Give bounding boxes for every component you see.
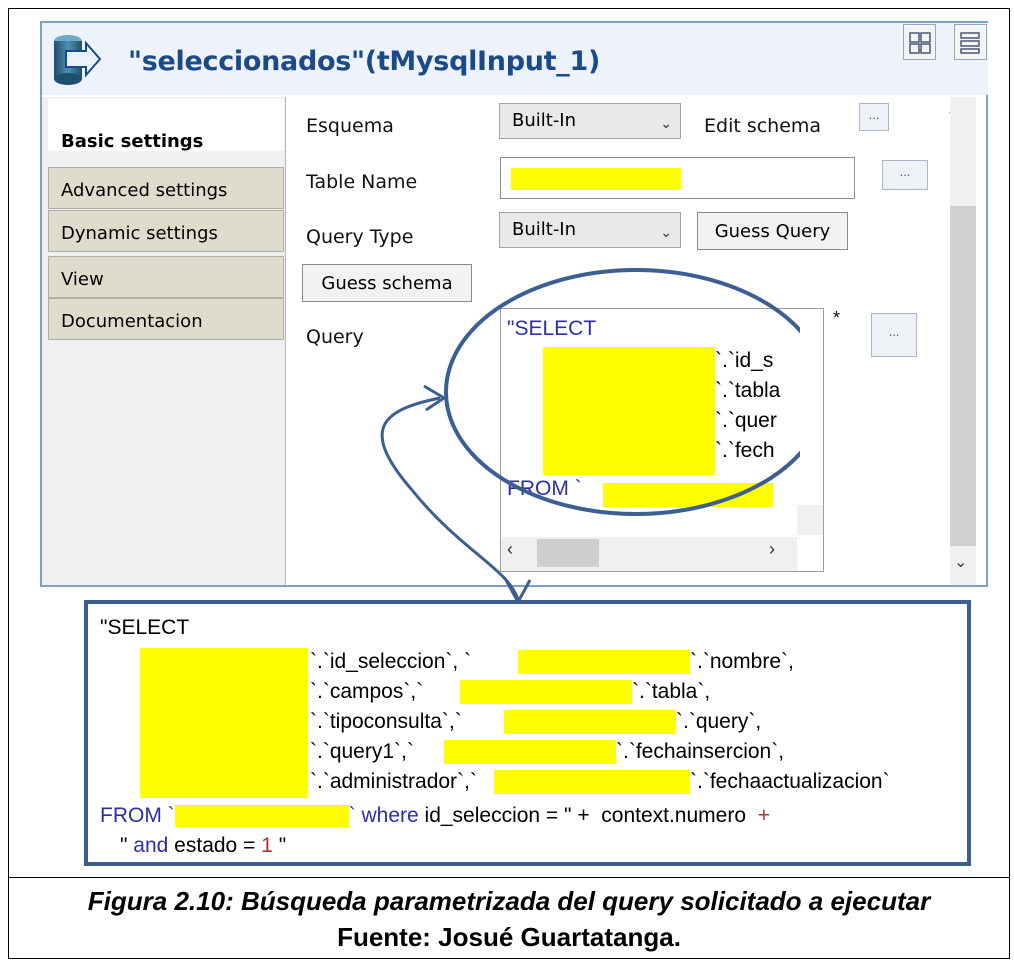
list-icon <box>960 32 980 54</box>
full-query-line: `.`fechainsercion`, <box>616 740 785 763</box>
redacted-highlight <box>494 770 690 794</box>
scroll-down-icon[interactable]: ⌄ <box>954 552 967 572</box>
query-edit-button[interactable]: ... <box>871 313 917 357</box>
layout-grid-button[interactable] <box>903 24 936 60</box>
redacted-highlight <box>460 680 632 704</box>
chevron-down-icon: ⌄ <box>660 225 672 241</box>
full-and-line: " and estado = 1 " <box>120 834 286 858</box>
schema-label: Esquema <box>306 115 394 137</box>
redacted-highlight <box>444 740 616 764</box>
full-query-line: `.`fechaactualizacion` <box>690 770 890 793</box>
full-query-line: `.`nombre`, <box>690 650 794 673</box>
figure-caption: Figura 2.10: Búsqueda parametrizada del … <box>87 886 931 916</box>
full-query-line: `.`administrador`,` <box>310 770 477 793</box>
from-keyword: FROM ` <box>100 804 175 827</box>
tab-documentacion[interactable]: Documentacion <box>48 298 284 340</box>
query-type-select-value: Built-In <box>512 219 577 240</box>
estado-value: 1 <box>261 834 273 857</box>
annotation-arrow <box>380 396 441 491</box>
highlight-ellipse <box>444 268 800 516</box>
table-name-browse-button[interactable]: ... <box>882 160 928 190</box>
where-keyword: ` where <box>348 804 419 827</box>
schema-select[interactable]: Built-In ⌄ <box>499 103 681 139</box>
query-modified-marker: * <box>833 308 841 328</box>
full-query-line: `.`query`, <box>676 710 762 733</box>
full-query-line: `.`tabla`, <box>632 680 711 703</box>
chevron-down-icon: ⌄ <box>660 116 672 132</box>
full-query-line: `.`query1`,` <box>310 740 414 763</box>
redacted-highlight <box>511 168 681 190</box>
annotation-overlay <box>380 268 800 606</box>
full-query-box: "SELECT `.`id_seleccion`, ` `.`nombre`, … <box>84 600 971 866</box>
full-query-line: `.`tipoconsulta`,` <box>310 710 462 733</box>
textarea-vscroll[interactable] <box>797 505 823 535</box>
layout-list-button[interactable] <box>954 24 987 60</box>
tab-advanced-settings[interactable]: Advanced settings <box>48 167 284 209</box>
redacted-highlight <box>140 648 308 798</box>
edit-schema-label: Edit schema <box>704 115 822 137</box>
context-variable: context.numero <box>601 804 747 827</box>
redacted-highlight <box>174 805 349 828</box>
full-query-line: `.`campos`,` <box>310 680 424 703</box>
and-keyword: and <box>127 834 169 857</box>
full-query-line: `.`id_seleccion`, ` <box>310 650 472 673</box>
schema-select-value: Built-In <box>512 110 577 131</box>
grid-icon <box>909 32 931 54</box>
close-quote: " <box>272 834 287 857</box>
annotation-arrow <box>410 489 520 601</box>
full-select-keyword: "SELECT <box>100 616 190 639</box>
panel-scrollbar-thumb[interactable] <box>950 206 976 546</box>
component-arrow-icon <box>54 35 102 85</box>
tab-dynamic-settings[interactable]: Dynamic settings <box>48 210 284 252</box>
query-type-select[interactable]: Built-In ⌄ <box>499 212 681 248</box>
redacted-highlight <box>518 650 690 674</box>
full-from-line: FROM ` ` where id_seleccion = " + context… <box>100 804 770 828</box>
redacted-highlight <box>504 710 676 734</box>
table-name-label: Table Name <box>306 171 418 193</box>
guess-query-button[interactable]: Guess Query <box>697 212 848 250</box>
plus-operator: + <box>757 804 770 827</box>
estado-condition: estado = <box>168 834 262 857</box>
edit-schema-button[interactable]: ... <box>859 103 889 131</box>
caption-divider <box>8 877 1010 878</box>
table-name-input[interactable] <box>500 157 855 199</box>
tab-view[interactable]: View <box>48 256 284 298</box>
component-title: "seleccionados"(tMysqlInput_1) <box>128 46 601 77</box>
quote-plus: " + <box>564 804 590 827</box>
where-condition: id_seleccion = <box>418 804 565 827</box>
query-type-label: Query Type <box>306 226 414 248</box>
figure-source: Fuente: Josué Guartatanga. <box>337 922 681 952</box>
tab-basic-settings[interactable]: Basic settings <box>48 99 284 152</box>
